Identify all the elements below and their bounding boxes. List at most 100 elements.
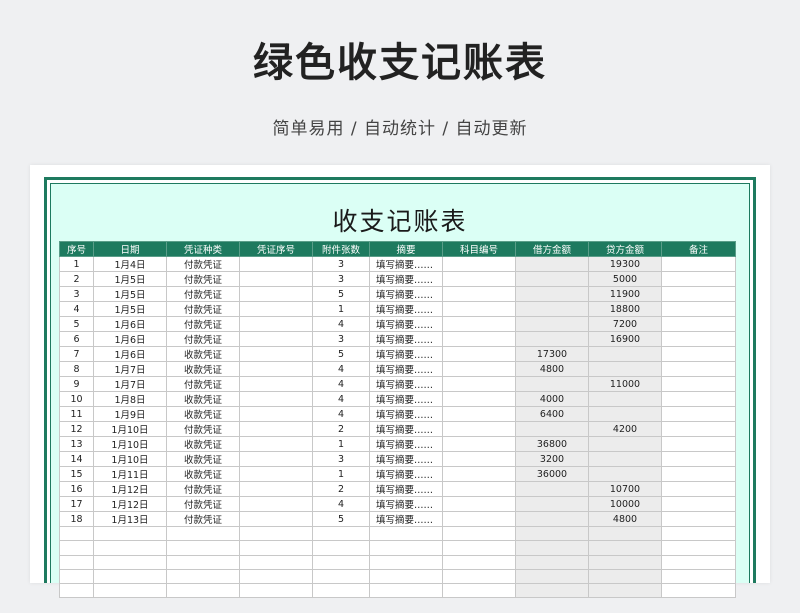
cell-date[interactable]: 1月5日 bbox=[93, 286, 167, 302]
cell-account-code[interactable] bbox=[442, 583, 516, 599]
cell-debit[interactable] bbox=[515, 256, 589, 272]
cell-credit[interactable] bbox=[588, 346, 662, 362]
cell-voucher-no[interactable] bbox=[239, 301, 313, 317]
cell-note[interactable] bbox=[661, 540, 736, 556]
cell-voucher-type[interactable]: 收款凭证 bbox=[166, 406, 240, 422]
cell-attachments[interactable]: 4 bbox=[312, 406, 370, 422]
cell-account-code[interactable] bbox=[442, 466, 516, 482]
col-header-summary[interactable]: 摘要 bbox=[369, 241, 443, 257]
cell-index[interactable]: 17 bbox=[59, 496, 94, 512]
cell-note[interactable] bbox=[661, 583, 736, 599]
cell-voucher-type[interactable]: 付款凭证 bbox=[166, 331, 240, 347]
cell-index[interactable]: 10 bbox=[59, 391, 94, 407]
cell-attachments[interactable]: 4 bbox=[312, 391, 370, 407]
cell-attachments[interactable]: 4 bbox=[312, 496, 370, 512]
cell-credit[interactable]: 10000 bbox=[588, 496, 662, 512]
cell-index[interactable]: 6 bbox=[59, 331, 94, 347]
cell-debit[interactable] bbox=[515, 376, 589, 392]
cell-voucher-type[interactable]: 收款凭证 bbox=[166, 466, 240, 482]
cell-index[interactable]: 15 bbox=[59, 466, 94, 482]
cell-index[interactable]: 2 bbox=[59, 271, 94, 287]
cell-account-code[interactable] bbox=[442, 511, 516, 527]
cell-summary[interactable] bbox=[369, 525, 443, 542]
cell-voucher-no[interactable] bbox=[239, 568, 313, 585]
cell-index[interactable]: 9 bbox=[59, 376, 94, 392]
cell-attachments[interactable]: 3 bbox=[312, 451, 370, 467]
cell-attachments[interactable]: 5 bbox=[312, 346, 370, 362]
cell-note[interactable] bbox=[661, 554, 736, 570]
cell-index[interactable] bbox=[59, 540, 94, 556]
cell-account-code[interactable] bbox=[442, 316, 516, 332]
cell-note[interactable] bbox=[661, 466, 736, 482]
cell-voucher-no[interactable] bbox=[239, 406, 313, 422]
cell-attachments[interactable]: 4 bbox=[312, 361, 370, 377]
cell-account-code[interactable] bbox=[442, 391, 516, 407]
cell-credit[interactable]: 10700 bbox=[588, 481, 662, 497]
cell-note[interactable] bbox=[661, 331, 736, 347]
cell-voucher-type[interactable]: 付款凭证 bbox=[166, 496, 240, 512]
cell-attachments[interactable] bbox=[312, 540, 370, 556]
cell-date[interactable]: 1月4日 bbox=[93, 256, 167, 272]
cell-voucher-no[interactable] bbox=[239, 466, 313, 482]
cell-summary[interactable]: 填写摘要…… bbox=[369, 421, 443, 437]
cell-voucher-no[interactable] bbox=[239, 361, 313, 377]
cell-attachments[interactable]: 3 bbox=[312, 271, 370, 287]
cell-credit[interactable] bbox=[588, 406, 662, 422]
col-header-voucher-type[interactable]: 凭证种类 bbox=[166, 241, 240, 257]
cell-debit[interactable] bbox=[515, 525, 589, 542]
cell-note[interactable] bbox=[661, 271, 736, 287]
col-header-debit[interactable]: 借方金额 bbox=[515, 241, 589, 257]
cell-account-code[interactable] bbox=[442, 331, 516, 347]
col-header-credit[interactable]: 贷方金额 bbox=[588, 241, 662, 257]
cell-credit[interactable]: 11000 bbox=[588, 376, 662, 392]
cell-note[interactable] bbox=[661, 525, 736, 542]
cell-account-code[interactable] bbox=[442, 525, 516, 542]
cell-voucher-type[interactable] bbox=[166, 554, 240, 570]
cell-date[interactable]: 1月5日 bbox=[93, 271, 167, 287]
cell-debit[interactable] bbox=[515, 568, 589, 585]
cell-note[interactable] bbox=[661, 481, 736, 497]
cell-voucher-no[interactable] bbox=[239, 421, 313, 437]
cell-summary[interactable]: 填写摘要…… bbox=[369, 346, 443, 362]
cell-credit[interactable] bbox=[588, 525, 662, 542]
cell-debit[interactable]: 4000 bbox=[515, 391, 589, 407]
cell-note[interactable] bbox=[661, 406, 736, 422]
cell-account-code[interactable] bbox=[442, 286, 516, 302]
cell-voucher-type[interactable]: 付款凭证 bbox=[166, 286, 240, 302]
cell-index[interactable] bbox=[59, 554, 94, 570]
cell-voucher-type[interactable]: 付款凭证 bbox=[166, 301, 240, 317]
cell-date[interactable]: 1月5日 bbox=[93, 301, 167, 317]
cell-index[interactable]: 11 bbox=[59, 406, 94, 422]
cell-summary[interactable]: 填写摘要…… bbox=[369, 286, 443, 302]
cell-credit[interactable]: 18800 bbox=[588, 301, 662, 317]
cell-voucher-no[interactable] bbox=[239, 525, 313, 542]
cell-index[interactable] bbox=[59, 525, 94, 542]
cell-voucher-type[interactable]: 收款凭证 bbox=[166, 346, 240, 362]
cell-credit[interactable]: 16900 bbox=[588, 331, 662, 347]
cell-credit[interactable]: 5000 bbox=[588, 271, 662, 287]
cell-account-code[interactable] bbox=[442, 436, 516, 452]
cell-debit[interactable]: 4800 bbox=[515, 361, 589, 377]
cell-voucher-no[interactable] bbox=[239, 316, 313, 332]
cell-account-code[interactable] bbox=[442, 376, 516, 392]
cell-note[interactable] bbox=[661, 451, 736, 467]
cell-voucher-type[interactable]: 收款凭证 bbox=[166, 451, 240, 467]
cell-summary[interactable]: 填写摘要…… bbox=[369, 511, 443, 527]
cell-account-code[interactable] bbox=[442, 481, 516, 497]
col-header-note[interactable]: 备注 bbox=[661, 241, 736, 257]
col-header-date[interactable]: 日期 bbox=[93, 241, 167, 257]
cell-debit[interactable] bbox=[515, 331, 589, 347]
cell-credit[interactable]: 11900 bbox=[588, 286, 662, 302]
cell-credit[interactable] bbox=[588, 466, 662, 482]
cell-voucher-no[interactable] bbox=[239, 271, 313, 287]
cell-credit[interactable] bbox=[588, 436, 662, 452]
cell-account-code[interactable] bbox=[442, 256, 516, 272]
cell-credit[interactable] bbox=[588, 451, 662, 467]
cell-note[interactable] bbox=[661, 376, 736, 392]
cell-summary[interactable]: 填写摘要…… bbox=[369, 481, 443, 497]
cell-summary[interactable]: 填写摘要…… bbox=[369, 376, 443, 392]
cell-voucher-no[interactable] bbox=[239, 331, 313, 347]
cell-voucher-type[interactable] bbox=[166, 540, 240, 556]
cell-debit[interactable] bbox=[515, 583, 589, 599]
cell-attachments[interactable]: 1 bbox=[312, 466, 370, 482]
